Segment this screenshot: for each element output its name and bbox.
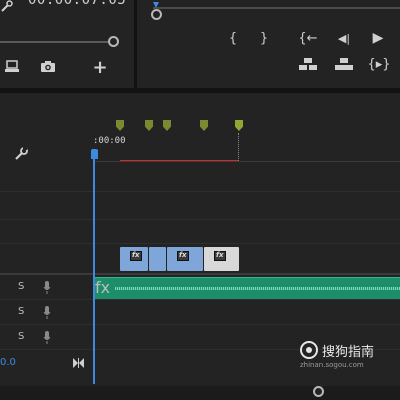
audio-waveform bbox=[115, 287, 400, 290]
work-area-end-guide bbox=[238, 133, 239, 161]
fx-badge: fx bbox=[214, 251, 226, 261]
video-clip[interactable] bbox=[149, 247, 166, 271]
playhead-line[interactable] bbox=[93, 151, 95, 384]
fx-badge: fx bbox=[177, 251, 189, 261]
source-scrub-handle[interactable] bbox=[108, 36, 119, 47]
track-separator bbox=[0, 299, 400, 300]
mic-icon[interactable] bbox=[43, 304, 51, 323]
mic-icon[interactable] bbox=[43, 329, 51, 348]
timeline-panel: :00:00 fx fx fx fx S S S 0.0 搜狗指南 zhinan… bbox=[0, 93, 400, 400]
program-zoom-bar[interactable] bbox=[153, 7, 400, 9]
track-separator bbox=[0, 219, 400, 220]
camera-icon[interactable] bbox=[39, 58, 57, 76]
mark-out-icon[interactable]: } bbox=[255, 29, 273, 47]
wrench-icon[interactable] bbox=[0, 0, 14, 12]
source-monitor: 00:00:07:05 + bbox=[0, 0, 134, 88]
track-separator bbox=[0, 243, 400, 244]
watermark-url: zhinan.sogou.com bbox=[300, 361, 364, 369]
step-back-icon[interactable]: ◀| bbox=[333, 29, 355, 47]
trim-icon[interactable]: {▸} bbox=[367, 55, 390, 73]
track-separator bbox=[0, 324, 400, 325]
track-separator bbox=[0, 191, 400, 192]
lift-icon[interactable] bbox=[297, 55, 319, 73]
play-icon[interactable]: ▶ bbox=[369, 29, 387, 47]
bow-tie-icon[interactable] bbox=[73, 353, 84, 372]
extract-icon[interactable] bbox=[333, 55, 355, 73]
timeline-timecode: :00:00 bbox=[93, 136, 126, 146]
timeline-scrollbar[interactable] bbox=[0, 386, 400, 400]
timeline-zoom-handle[interactable] bbox=[313, 386, 324, 397]
mark-in-icon[interactable]: { bbox=[224, 29, 242, 47]
video-clip[interactable]: fx bbox=[204, 247, 239, 271]
add-icon[interactable]: + bbox=[91, 57, 109, 78]
sogou-logo-icon bbox=[300, 341, 318, 359]
mic-icon[interactable] bbox=[43, 279, 51, 298]
source-scrub-bar[interactable] bbox=[0, 41, 110, 43]
solo-button[interactable]: S bbox=[18, 331, 24, 342]
track-separator bbox=[0, 273, 400, 275]
video-clip[interactable]: fx bbox=[167, 247, 203, 271]
solo-button[interactable]: S bbox=[18, 306, 24, 317]
video-clip[interactable]: fx bbox=[120, 247, 148, 271]
export-frame-icon[interactable] bbox=[3, 58, 21, 76]
wrench-settings-icon[interactable] bbox=[13, 146, 29, 166]
source-timecode[interactable]: 00:00:07:05 bbox=[28, 0, 126, 8]
program-monitor: { } {← ◀| ▶ {▸} bbox=[137, 0, 400, 88]
audio-clip[interactable]: fx bbox=[95, 277, 400, 299]
program-scrub-handle[interactable] bbox=[151, 9, 162, 20]
ruler-baseline bbox=[95, 161, 400, 162]
watermark-brand: 搜狗指南 bbox=[322, 345, 375, 360]
go-to-in-icon[interactable]: {← bbox=[297, 29, 319, 47]
master-volume-value[interactable]: 0.0 bbox=[0, 357, 16, 368]
timeline-ruler[interactable] bbox=[0, 93, 400, 161]
fx-badge: fx bbox=[130, 251, 142, 261]
solo-button[interactable]: S bbox=[18, 281, 24, 292]
